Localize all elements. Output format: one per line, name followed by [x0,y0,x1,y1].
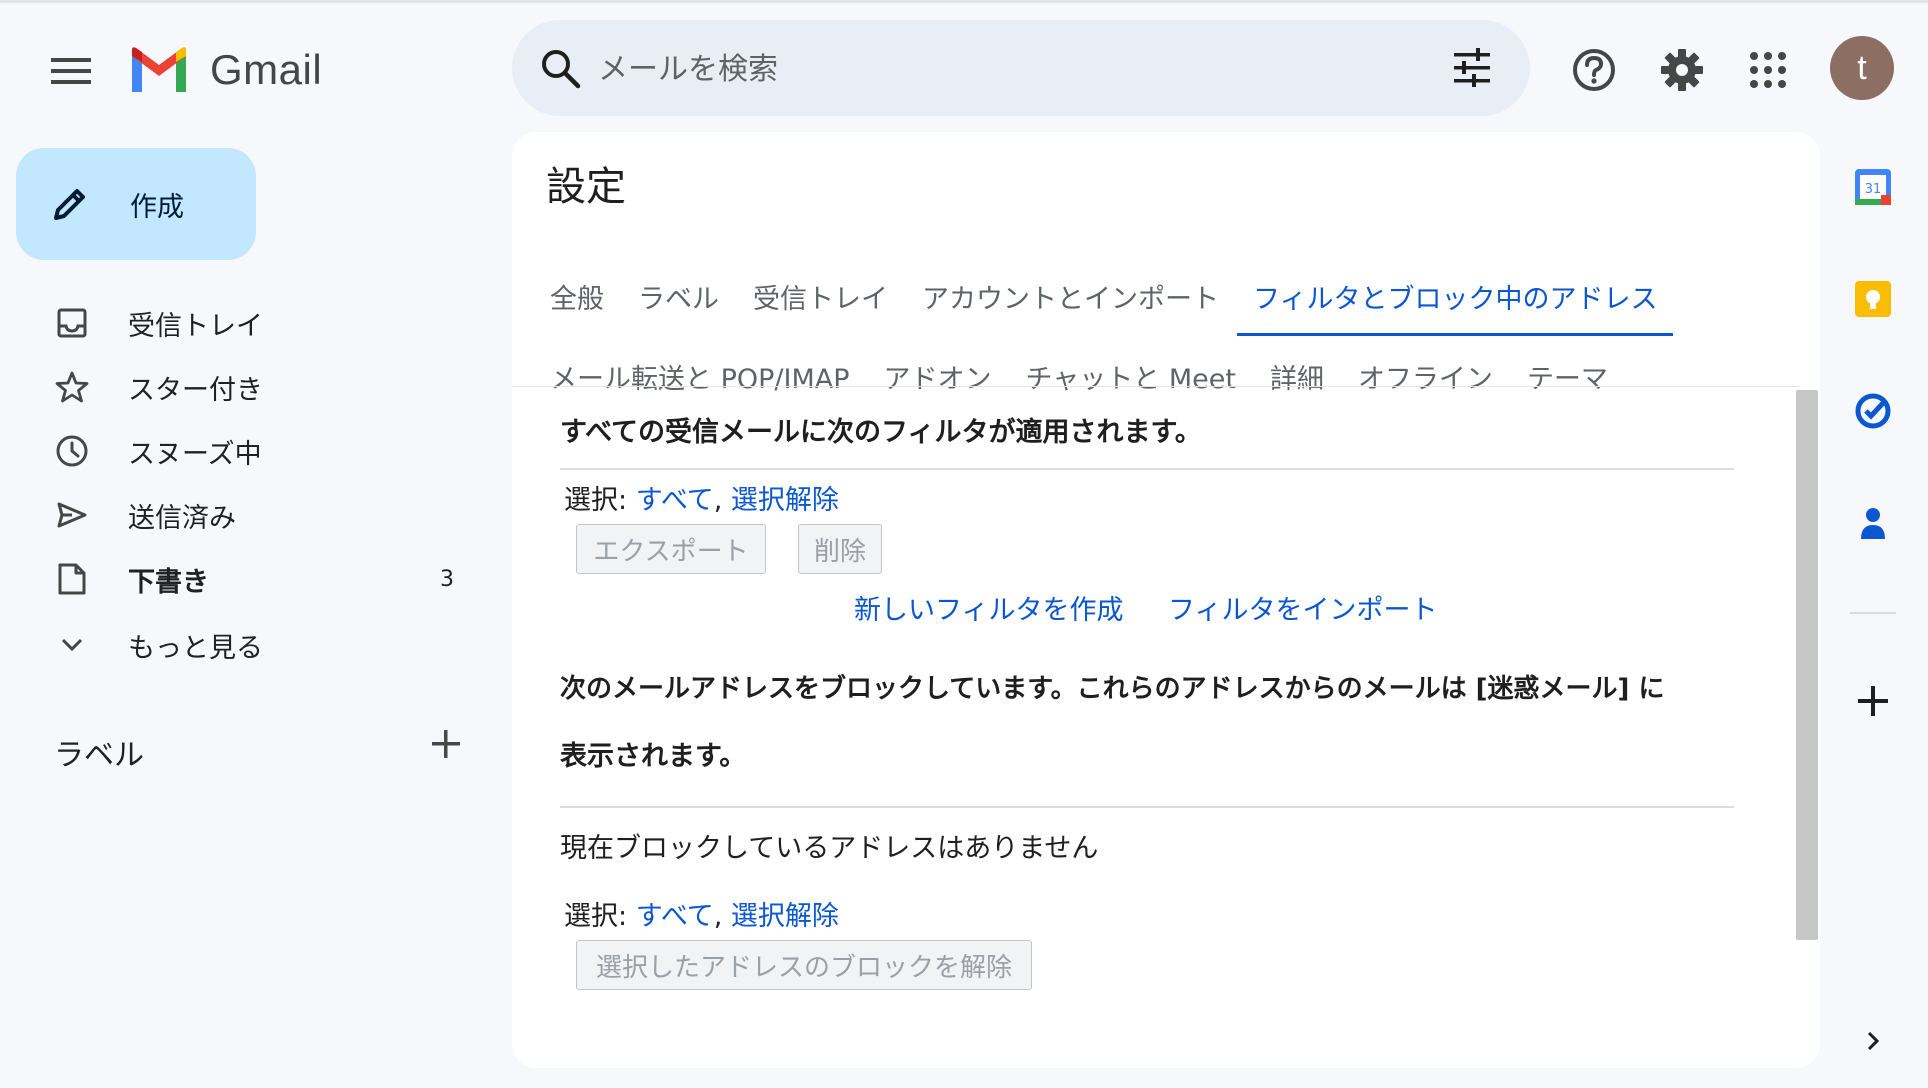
keep-app-button[interactable] [1848,274,1898,324]
labels-heading: ラベル [54,738,144,773]
sidebar-item-inbox[interactable]: 受信トレイ [0,295,480,351]
svg-text:31: 31 [1865,182,1882,197]
no-blocked-addresses-text: 現在ブロックしているアドレスはありません [560,833,1099,864]
tasks-app-button[interactable] [1848,386,1898,436]
star-icon [55,371,89,403]
blocked-select-row: 選択: すべて, 選択解除 [564,901,839,932]
help-icon [1573,49,1615,91]
compose-button[interactable]: 作成 [16,148,256,260]
tab-labels[interactable]: ラベル [638,277,719,316]
search-input[interactable] [596,40,1400,98]
sidebar-item-more[interactable]: もっと見る [0,617,480,673]
help-button[interactable] [1564,40,1624,100]
filters-select-row: 選択: すべて, 選択解除 [564,485,839,516]
page-title: 設定 [546,164,626,210]
sidebar-item-sent[interactable]: 送信済み [0,487,480,543]
tab-general[interactable]: 全般 [550,277,604,316]
select-all-link[interactable]: すべて [636,485,714,516]
select-none-link[interactable]: 選択解除 [731,485,839,516]
account-avatar[interactable]: t [1830,36,1894,100]
contacts-icon [1861,508,1885,539]
draft-icon [58,563,86,595]
tab-accounts-import[interactable]: アカウントとインポート [922,277,1219,316]
rail-divider [1850,612,1896,614]
tab-chat-meet[interactable]: チャットと Meet [1026,357,1236,396]
gear-icon [1661,49,1703,91]
blocked-heading-line-2: 表示されます。 [560,741,747,772]
select-label: 選択: [564,901,628,932]
chevron-down-icon [61,638,83,652]
tasks-icon [1855,393,1891,429]
tab-offline[interactable]: オフライン [1358,357,1493,396]
blocked-heading-line-1: 次のメールアドレスをブロックしています。これらのアドレスからのメールは [迷惑メ… [560,674,1665,704]
delete-button[interactable]: 削除 [798,524,882,574]
settings-button[interactable] [1652,40,1712,100]
gmail-logo[interactable]: Gmail [128,40,322,100]
apps-grid-icon [1750,52,1786,88]
vertical-scrollbar[interactable] [1796,390,1818,940]
clock-icon [56,435,88,467]
apps-button[interactable] [1738,40,1798,100]
pencil-icon [54,189,85,220]
tab-filters-blocked[interactable]: フィルタとブロック中のアドレス [1236,277,1674,336]
search-bar[interactable] [512,20,1530,116]
export-button[interactable]: エクスポート [576,524,766,574]
unblock-selected-button[interactable]: 選択したアドレスのブロックを解除 [576,940,1032,990]
tab-advanced[interactable]: 詳細 [1270,357,1324,396]
sidebar-item-label: スター付き [128,374,263,406]
gmail-m-icon [132,47,186,92]
settings-panel: 設定 全般 ラベル 受信トレイ アカウントとインポート フィルタとブロック中のア… [512,132,1820,1068]
sidebar-item-label: スヌーズ中 [128,438,262,470]
tab-themes[interactable]: テーマ [1527,357,1608,396]
section-divider [560,468,1734,470]
search-icon[interactable] [538,46,582,90]
settings-tabs-row-1: 全般 ラベル 受信トレイ アカウントとインポート フィルタとブロック中のアドレス [550,266,1691,336]
drafts-count: 3 [440,566,454,592]
sidebar-item-label: 送信済み [128,502,236,534]
calendar-icon: 31 [1855,169,1891,205]
calendar-app-button[interactable]: 31 [1848,162,1898,212]
tab-addons[interactable]: アドオン [884,357,992,396]
select-none-link[interactable]: 選択解除 [731,901,839,932]
show-side-panel-button[interactable] [1848,1016,1898,1066]
add-label-icon[interactable] [426,724,466,764]
main-menu-button[interactable] [44,44,98,98]
get-addons-button[interactable] [1848,676,1898,726]
compose-label: 作成 [130,191,184,223]
inbox-icon [57,308,87,338]
sidebar-item-starred[interactable]: スター付き [0,359,480,415]
tab-forwarding-pop-imap[interactable]: メール転送と POP/IMAP [550,357,850,396]
sidebar-item-snoozed[interactable]: スヌーズ中 [0,423,480,479]
import-filters-link[interactable]: フィルタをインポート [1168,588,1437,627]
plus-icon [1858,686,1888,716]
settings-tabs-row-2: メール転送と POP/IMAP アドオン チャットと Meet 詳細 オフライン… [550,346,1642,406]
sidebar-item-label: 下書き [128,566,209,598]
hamburger-icon [51,58,91,84]
chevron-right-icon [1867,1031,1880,1051]
select-label: 選択: [564,485,628,516]
contacts-app-button[interactable] [1848,498,1898,548]
tabs-divider [512,386,1800,387]
filters-heading: すべての受信メールに次のフィルタが適用されます。 [560,417,1202,448]
sidebar-item-label: もっと見る [128,632,263,664]
search-options-icon[interactable] [1450,46,1494,90]
create-filter-link[interactable]: 新しいフィルタを作成 [854,588,1123,627]
gmail-wordmark: Gmail [210,46,323,93]
sidebar-item-label: 受信トレイ [128,310,263,342]
select-all-link[interactable]: すべて [636,901,714,932]
section-divider [560,806,1734,808]
tab-inbox[interactable]: 受信トレイ [753,277,888,316]
keep-icon [1855,281,1891,317]
sidebar-item-drafts[interactable]: 下書き 3 [0,551,480,607]
window-top-border [0,0,1928,3]
send-icon [57,502,87,528]
